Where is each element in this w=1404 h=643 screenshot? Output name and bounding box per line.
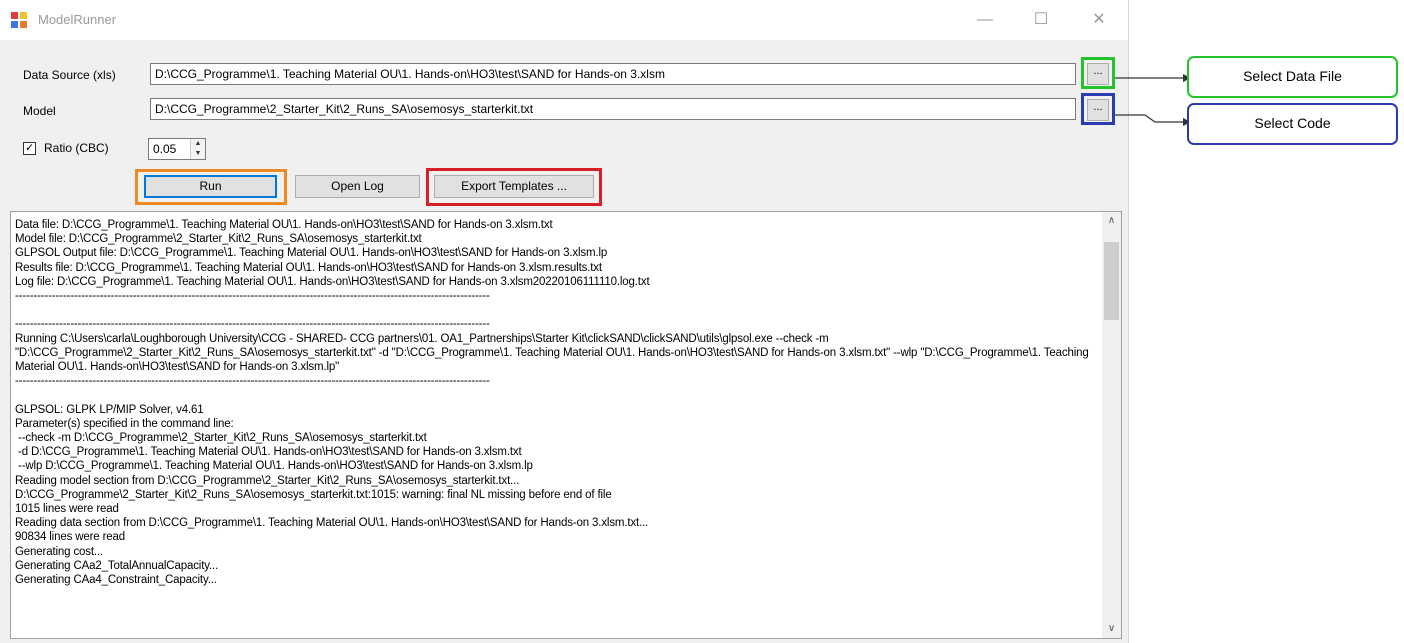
log-text: Data file: D:\CCG_Programme\1. Teaching …: [15, 219, 1089, 587]
spinner-arrows[interactable]: ▲ ▼: [190, 139, 205, 159]
model-browse-button[interactable]: ...: [1087, 99, 1109, 121]
minimize-button[interactable]: —: [965, 8, 1005, 32]
open-log-button[interactable]: Open Log: [295, 175, 420, 198]
run-button[interactable]: Run: [144, 175, 277, 198]
close-button[interactable]: ✕: [1079, 8, 1119, 32]
log-scrollbar[interactable]: ∧ ∨: [1102, 212, 1121, 638]
select-code-callout: Select Code: [1187, 103, 1398, 145]
export-templates-button[interactable]: Export Templates ...: [434, 175, 594, 198]
ratio-label: Ratio (CBC): [44, 141, 109, 155]
callout-arrows: [1115, 74, 1191, 126]
scroll-down-icon[interactable]: ∨: [1102, 620, 1121, 638]
model-label: Model: [23, 104, 56, 118]
ratio-value: 0.05: [153, 142, 177, 156]
title-bar: ModelRunner — ☐ ✕: [0, 0, 1128, 40]
data-source-label: Data Source (xls): [23, 68, 116, 82]
maximize-button[interactable]: ☐: [1021, 8, 1061, 32]
scroll-thumb[interactable]: [1104, 242, 1119, 320]
data-browse-button[interactable]: ...: [1087, 63, 1109, 85]
model-input[interactable]: D:\CCG_Programme\2_Starter_Kit\2_Runs_SA…: [150, 98, 1076, 120]
model-runner-window: ModelRunner — ☐ ✕ Data Source (xls) D:\C…: [0, 0, 1129, 643]
ratio-checkbox[interactable]: ✓: [23, 142, 36, 155]
log-output[interactable]: Data file: D:\CCG_Programme\1. Teaching …: [10, 211, 1122, 639]
select-data-file-callout: Select Data File: [1187, 56, 1398, 98]
data-source-input[interactable]: D:\CCG_Programme\1. Teaching Material OU…: [150, 63, 1076, 85]
spin-down-icon[interactable]: ▼: [191, 149, 205, 159]
checkmark-icon: ✓: [25, 142, 35, 154]
app-icon: [11, 12, 27, 28]
ratio-spinner[interactable]: 0.05 ▲ ▼: [148, 138, 206, 160]
spin-up-icon[interactable]: ▲: [191, 139, 205, 149]
scroll-up-icon[interactable]: ∧: [1102, 212, 1121, 230]
arrow-line-code: [1115, 114, 1183, 123]
window-title: ModelRunner: [38, 12, 117, 27]
